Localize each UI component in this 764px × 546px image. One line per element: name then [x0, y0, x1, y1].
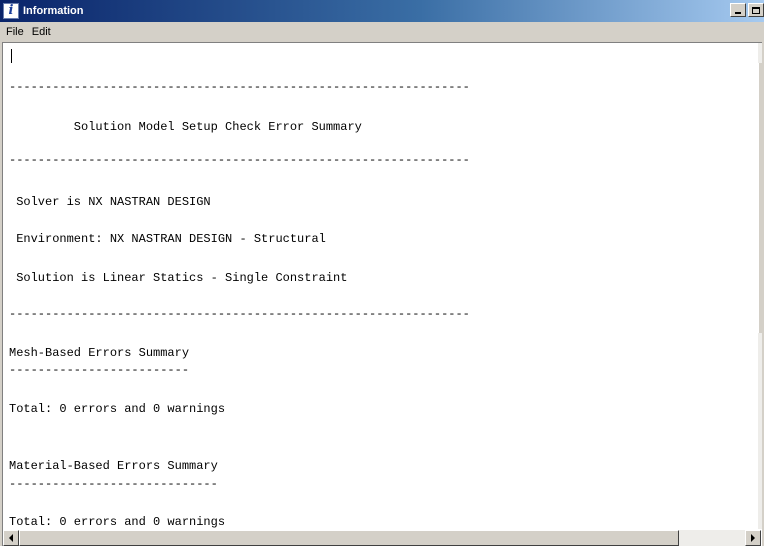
horizontal-scroll-thumb[interactable] [19, 530, 679, 546]
environment-line: Environment: NX NASTRAN DESIGN - Structu… [9, 232, 326, 246]
separator-line: ----------------------------------------… [9, 80, 470, 94]
material-errors-total: Total: 0 errors and 0 warnings [9, 515, 226, 529]
information-text-panel[interactable]: ----------------------------------------… [2, 42, 762, 546]
material-errors-heading: Material-Based Errors Summary [9, 459, 218, 473]
vertical-scrollbar[interactable] [758, 43, 762, 529]
heading-underline: ------------------------- [9, 363, 190, 377]
scroll-left-button[interactable] [3, 530, 19, 546]
menu-edit[interactable]: Edit [28, 26, 55, 38]
solver-line: Solver is NX NASTRAN DESIGN [9, 195, 211, 209]
title-bar[interactable]: i Information [0, 0, 764, 22]
solution-line: Solution is Linear Statics - Single Cons… [9, 271, 348, 285]
vertical-scroll-thumb[interactable] [758, 63, 762, 333]
window-controls [730, 3, 764, 17]
info-icon[interactable]: i [3, 3, 19, 19]
text-caret [11, 49, 12, 63]
horizontal-scrollbar[interactable] [3, 530, 761, 546]
separator-line: ----------------------------------------… [9, 153, 470, 167]
maximize-button[interactable] [748, 3, 764, 17]
menu-file[interactable]: File [2, 26, 28, 38]
info-icon-glyph: i [8, 3, 14, 18]
heading-underline: ----------------------------- [9, 477, 218, 491]
minimize-button[interactable] [730, 3, 746, 17]
text-area[interactable]: ----------------------------------------… [9, 43, 749, 529]
arrow-right-icon [751, 534, 755, 542]
menu-bar: File Edit [0, 22, 764, 42]
maximize-icon [752, 7, 760, 14]
minimize-icon [735, 12, 741, 14]
summary-title: Solution Model Setup Check Error Summary [9, 120, 362, 134]
mesh-errors-heading: Mesh-Based Errors Summary [9, 346, 190, 360]
scroll-right-button[interactable] [745, 530, 761, 546]
arrow-left-icon [9, 534, 13, 542]
separator-line: ----------------------------------------… [9, 307, 470, 321]
window-title: Information [23, 5, 84, 17]
mesh-errors-total: Total: 0 errors and 0 warnings [9, 402, 226, 416]
